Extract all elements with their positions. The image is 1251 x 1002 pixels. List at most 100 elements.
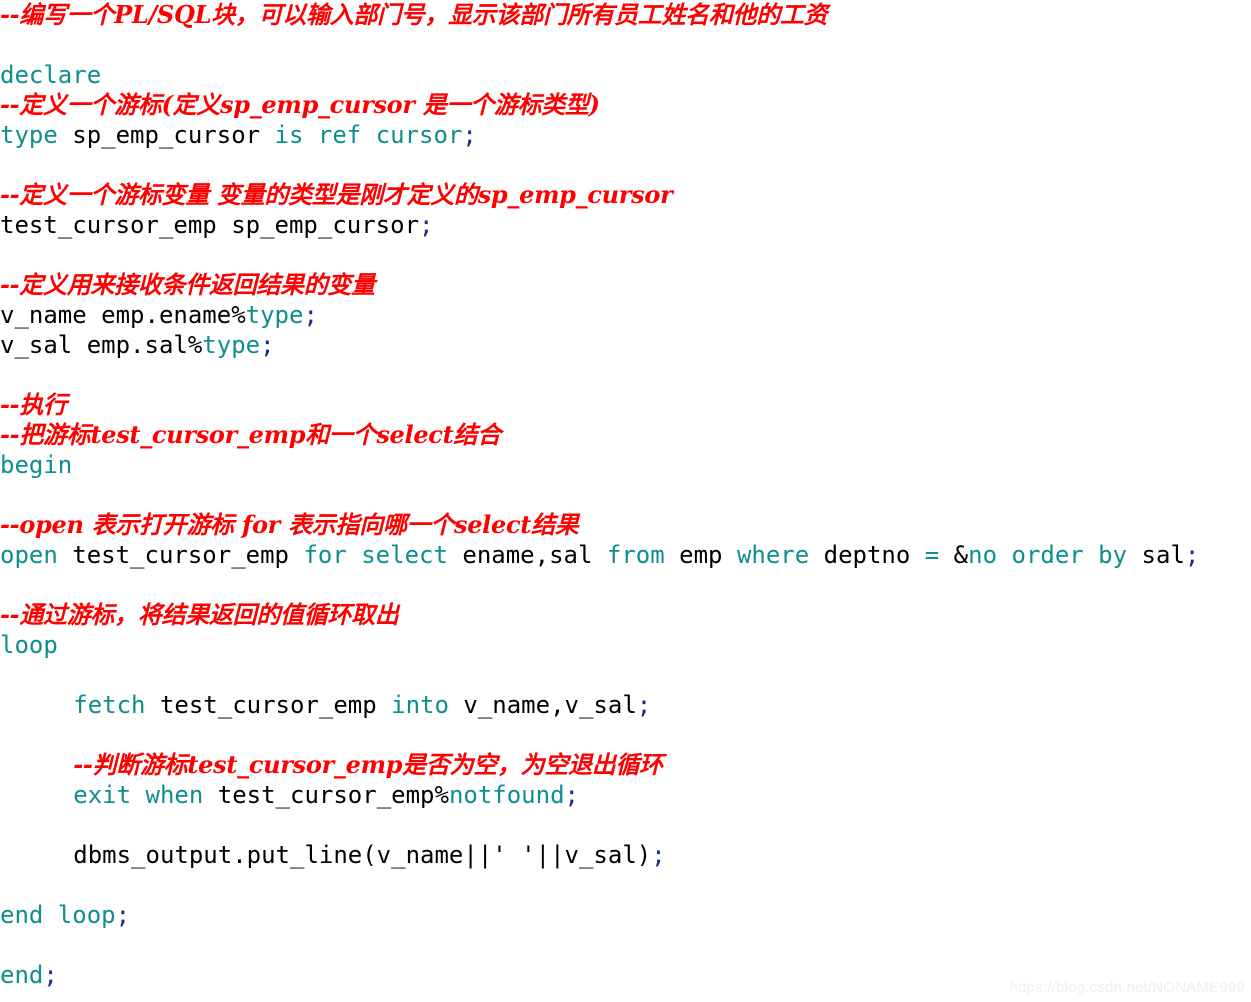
code-token-semi: ;: [636, 691, 652, 719]
code-token-kw: begin: [0, 451, 73, 479]
code-line: loop: [0, 630, 1251, 660]
code-line: dbms_output.put_line(v_name||' '||v_sal)…: [0, 840, 1251, 870]
comment-cjk: 块，可以输入部门号，显示该部门所有员工姓名和他的工资: [211, 1, 828, 29]
code-line: --把游标test_cursor_emp和一个select结合: [0, 420, 1251, 450]
code-token-semi: ;: [303, 301, 318, 329]
comment-cjk: 定义用来接收条件返回结果的变量: [19, 271, 375, 299]
comment-cjk: 执行: [19, 391, 67, 419]
code-token-plain: emp: [664, 541, 737, 569]
code-line: --定义一个游标(定义sp_emp_cursor 是一个游标类型): [0, 90, 1251, 120]
comment-cjk: 判断游标: [92, 751, 188, 779]
comment-cjk: 通过游标，将结果返回的值循环取出: [19, 601, 399, 629]
code-token-plain: test_cursor_emp: [57, 541, 304, 569]
comment-cjk: 是否为空，为空退出循环: [402, 751, 663, 779]
comment-cjk: 结合: [453, 421, 501, 449]
comment-latin: --: [0, 180, 20, 209]
comment-cjk: 和一个: [305, 421, 377, 449]
code-token-kw: from: [606, 541, 665, 569]
comment-latin: test_cursor_emp: [90, 420, 306, 449]
code-line: v_sal emp.sal%type;: [0, 330, 1251, 360]
code-token-kw: notfound: [448, 781, 565, 809]
comment-cjk: 定义一个游标: [19, 91, 162, 119]
code-block[interactable]: --编写一个PL/SQL块，可以输入部门号，显示该部门所有员工姓名和他的工资 d…: [0, 0, 1251, 990]
code-token-plain: v_name,v_sal: [448, 691, 637, 719]
code-token-kw: end: [0, 961, 44, 989]
code-line: --判断游标test_cursor_emp是否为空，为空退出循环: [0, 750, 1251, 780]
code-token-comment: --执行: [0, 390, 67, 419]
comment-latin: PL/SQL: [114, 0, 212, 29]
code-token-comment: --open 表示打开游标 for 表示指向哪一个select结果: [0, 510, 579, 539]
code-token-plain: deptno: [809, 541, 925, 569]
comment-latin: sp_emp_cursor: [220, 90, 423, 119]
watermark-text: https://blog.csdn.net/NONAME999: [1009, 979, 1245, 996]
code-line: --通过游标，将结果返回的值循环取出: [0, 600, 1251, 630]
code-token-plain: v_name emp.ename%: [0, 301, 246, 329]
code-token-semi: ;: [419, 211, 434, 239]
comment-latin: --open: [0, 510, 92, 539]
comment-latin: select: [376, 420, 454, 449]
code-token-plain: test_cursor_emp sp_emp_cursor: [0, 211, 420, 239]
code-line: begin: [0, 450, 1251, 480]
code-line: --执行: [0, 390, 1251, 420]
code-token-semi: ;: [564, 781, 579, 809]
code-line: open test_cursor_emp for select ename,sa…: [0, 540, 1251, 570]
code-line: end loop;: [0, 900, 1251, 930]
comment-cjk: 变量的类型是刚才定义的: [217, 181, 478, 209]
code-token-plain: test_cursor_emp%: [203, 781, 449, 809]
comment-latin: sp_emp_cursor: [477, 180, 673, 209]
code-token-semi: ;: [43, 961, 58, 989]
code-token-kw: is ref cursor: [274, 121, 463, 149]
code-token-kw: type: [202, 331, 261, 359]
comment-latin: (: [161, 90, 173, 119]
comment-latin: --: [0, 270, 20, 299]
code-token-comment: --把游标test_cursor_emp和一个select结合: [0, 420, 501, 449]
code-token-kw: open: [0, 541, 58, 569]
code-token-kw: fetch: [73, 691, 146, 719]
comment-latin: --: [0, 90, 20, 119]
code-token-comment: --定义用来接收条件返回结果的变量: [0, 270, 375, 299]
code-snippet-surface: --编写一个PL/SQL块，可以输入部门号，显示该部门所有员工姓名和他的工资 d…: [0, 0, 1251, 1002]
comment-cjk: 结果: [531, 511, 579, 539]
comment-cjk: 定义: [172, 91, 221, 119]
comment-latin: select: [454, 510, 532, 539]
comment-cjk: 定义一个游标变量: [19, 181, 209, 209]
code-token-kw: end loop: [0, 901, 116, 929]
code-token-comment: --定义一个游标(定义sp_emp_cursor 是一个游标类型): [0, 90, 600, 119]
code-token-semi: ;: [115, 901, 131, 929]
code-token-kw: type: [245, 301, 304, 329]
code-token-semi: ;: [462, 121, 477, 149]
code-token-comment: --判断游标test_cursor_emp是否为空，为空退出循环: [73, 750, 663, 779]
code-line: fetch test_cursor_emp into v_name,v_sal;: [0, 690, 1251, 720]
code-token-kw: type: [0, 121, 58, 149]
code-token-semi: ;: [651, 841, 666, 869]
comment-latin: --: [73, 750, 93, 779]
code-token-kw: =: [924, 541, 940, 569]
code-line: --编写一个PL/SQL块，可以输入部门号，显示该部门所有员工姓名和他的工资: [0, 0, 1251, 30]
code-token-plain: &: [939, 541, 969, 569]
comment-latin: --: [0, 420, 20, 449]
comment-cjk: 编写一个: [19, 1, 115, 29]
code-line: type sp_emp_cursor is ref cursor;: [0, 120, 1251, 150]
code-token-kw: for select: [303, 541, 448, 569]
comment-latin: --: [0, 600, 20, 629]
comment-latin: for: [233, 510, 289, 539]
code-line: --定义用来接收条件返回结果的变量: [0, 270, 1251, 300]
code-token-comment: --编写一个PL/SQL块，可以输入部门号，显示该部门所有员工姓名和他的工资: [0, 0, 828, 29]
code-token-kw: loop: [0, 631, 58, 659]
code-token-plain: sp_emp_cursor: [57, 121, 275, 149]
code-token-kw: exit when: [73, 781, 204, 809]
code-token-comment: --通过游标，将结果返回的值循环取出: [0, 600, 399, 629]
code-token-kw: where: [736, 541, 810, 569]
code-line: declare: [0, 60, 1251, 90]
code-line: --定义一个游标变量 变量的类型是刚才定义的sp_emp_cursor: [0, 180, 1251, 210]
code-line: test_cursor_emp sp_emp_cursor;: [0, 210, 1251, 240]
